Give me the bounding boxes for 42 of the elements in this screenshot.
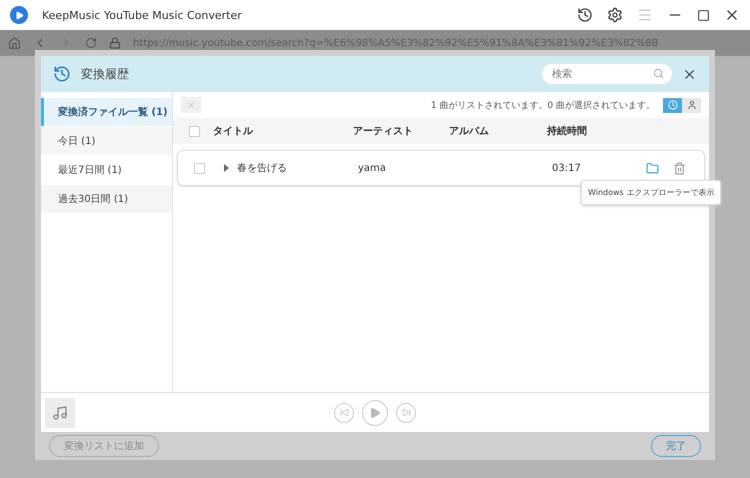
search-field[interactable]: 検索: [542, 64, 672, 84]
next-icon: [402, 408, 410, 417]
home-icon[interactable]: [8, 36, 21, 50]
folder-icon[interactable]: [646, 162, 659, 174]
checkbox[interactable]: [189, 126, 200, 136]
maximize-icon[interactable]: [697, 8, 710, 22]
checkbox[interactable]: [194, 162, 205, 174]
window-title: KeepMusic YouTube Music Converter: [42, 8, 243, 22]
status-text: 1 曲がリストされています。0 曲が選択されています。: [430, 100, 655, 112]
view-toggle[interactable]: [663, 98, 682, 112]
previous-button[interactable]: [334, 402, 354, 422]
person-icon: [686, 100, 696, 110]
menu-icon[interactable]: [637, 7, 653, 23]
clock-icon: [668, 100, 678, 110]
track-title: 春を告げる: [237, 162, 287, 175]
reload-icon[interactable]: [85, 37, 97, 49]
sidebar-item[interactable]: 今日 (1): [41, 127, 172, 155]
album-art-placeholder: [45, 398, 75, 428]
app-logo-icon: [10, 6, 28, 24]
previous-icon: [340, 408, 348, 417]
expand-icon[interactable]: [224, 164, 229, 172]
history-icon[interactable]: [577, 7, 593, 23]
column-header: アーティスト: [353, 125, 414, 138]
sidebar-item[interactable]: 過去30日間 (1): [41, 185, 172, 213]
column-header: アルバム: [449, 125, 490, 138]
next-button[interactable]: [396, 402, 416, 422]
sidebar-item[interactable]: 変換済ファイル一覧 (1): [41, 98, 172, 126]
dialog-title: 変換履歴: [81, 66, 130, 82]
trash-icon[interactable]: [673, 162, 686, 174]
search-icon: [653, 68, 664, 79]
tooltip: Windows エクスプローラーで表示: [581, 180, 722, 205]
history-icon: [53, 65, 71, 83]
view-toggle[interactable]: [682, 98, 701, 112]
settings-icon[interactable]: [607, 7, 623, 23]
column-header: 持続時間: [547, 124, 588, 138]
column-header: タイトル: [213, 125, 254, 138]
track-duration: 03:17: [552, 162, 582, 174]
lock-icon: [109, 37, 121, 49]
play-button[interactable]: [362, 400, 388, 426]
close-icon: [186, 100, 196, 110]
track-artist: yama: [358, 162, 387, 174]
play-icon: [369, 406, 381, 418]
